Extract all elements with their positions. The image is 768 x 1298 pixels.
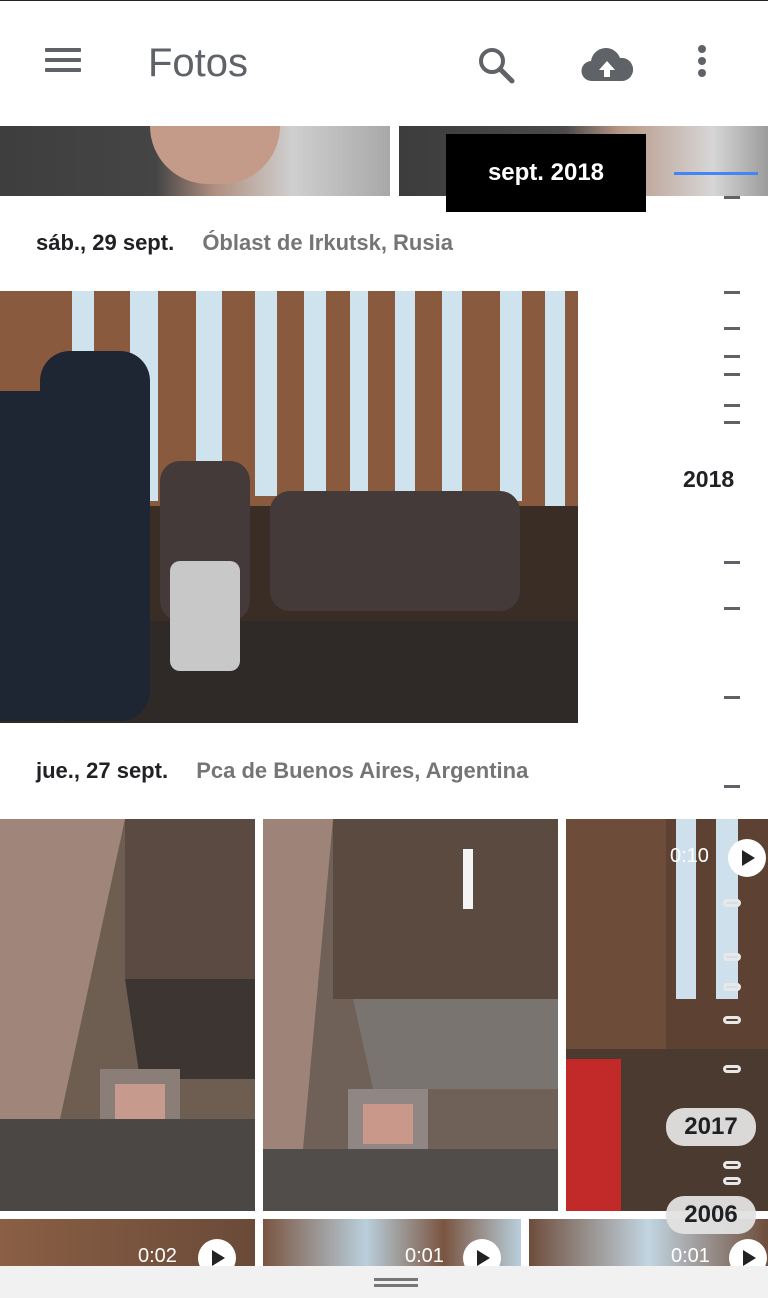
scrubber-tick bbox=[723, 1161, 741, 1169]
scrubber-tick bbox=[724, 327, 740, 330]
scrubber-tick bbox=[724, 696, 740, 699]
date-label: jue., 27 sept. bbox=[36, 758, 169, 783]
bottom-sheet-handle[interactable] bbox=[0, 1266, 768, 1298]
date-header: sáb., 29 sept. Óblast de Irkutsk, Rusia bbox=[36, 230, 453, 256]
search-icon[interactable] bbox=[472, 41, 520, 89]
play-icon bbox=[463, 1239, 501, 1266]
cloud-upload-icon[interactable] bbox=[578, 41, 636, 89]
scrubber-tick bbox=[724, 404, 740, 407]
scrubber-tick bbox=[723, 953, 741, 961]
scrubber-tick bbox=[724, 355, 740, 358]
scrubber-tick bbox=[724, 291, 740, 294]
top-app-bar: Fotos bbox=[0, 0, 768, 126]
scrubber-tick bbox=[724, 561, 740, 564]
menu-icon[interactable] bbox=[40, 45, 88, 85]
video-thumbnail[interactable]: 0:01 bbox=[263, 1219, 521, 1266]
play-icon bbox=[198, 1239, 236, 1266]
location-label[interactable]: Óblast de Irkutsk, Rusia bbox=[202, 230, 453, 255]
app-title: Fotos bbox=[148, 41, 249, 85]
scrubber-year-label: 2006 bbox=[666, 1196, 756, 1234]
scrubber-tick bbox=[724, 421, 740, 424]
scrubber-tick bbox=[723, 1177, 741, 1185]
scrubber-year-label: 2018 bbox=[683, 466, 735, 492]
photo-thumbnail[interactable] bbox=[0, 819, 255, 1211]
video-duration: 0:01 bbox=[405, 1245, 444, 1266]
more-vert-icon[interactable] bbox=[688, 41, 716, 89]
scrubber-position-indicator[interactable] bbox=[674, 172, 758, 175]
date-header: jue., 27 sept. Pca de Buenos Aires, Arge… bbox=[36, 758, 528, 784]
scrubber-tick bbox=[723, 899, 741, 907]
location-label[interactable]: Pca de Buenos Aires, Argentina bbox=[196, 758, 528, 783]
video-thumbnail[interactable]: 0:02 bbox=[0, 1219, 255, 1266]
scrubber-tick bbox=[723, 1016, 741, 1024]
scrubber-year-label: 2017 bbox=[666, 1108, 756, 1146]
video-duration: 0:02 bbox=[138, 1245, 177, 1266]
scrubber-date-tooltip: sept. 2018 bbox=[446, 134, 646, 212]
handle-bar bbox=[374, 1278, 418, 1281]
scrubber-tick bbox=[724, 196, 740, 199]
video-duration: 0:01 bbox=[671, 1245, 710, 1266]
video-thumbnail[interactable]: 0:10 bbox=[566, 819, 768, 1211]
scrubber-tick bbox=[724, 373, 740, 376]
photo-thumbnail[interactable] bbox=[0, 126, 390, 196]
date-label: sáb., 29 sept. bbox=[36, 230, 175, 255]
scrubber-tick bbox=[723, 1065, 741, 1073]
scrubber-tick bbox=[724, 785, 740, 788]
play-icon bbox=[728, 839, 766, 877]
play-icon bbox=[729, 1239, 767, 1266]
scrubber-tick bbox=[723, 983, 741, 991]
photo-thumbnail[interactable] bbox=[0, 291, 578, 723]
photo-thumbnail[interactable] bbox=[263, 819, 558, 1211]
handle-bar bbox=[374, 1284, 418, 1287]
scrubber-tick bbox=[724, 607, 740, 610]
video-duration: 0:10 bbox=[670, 845, 709, 867]
